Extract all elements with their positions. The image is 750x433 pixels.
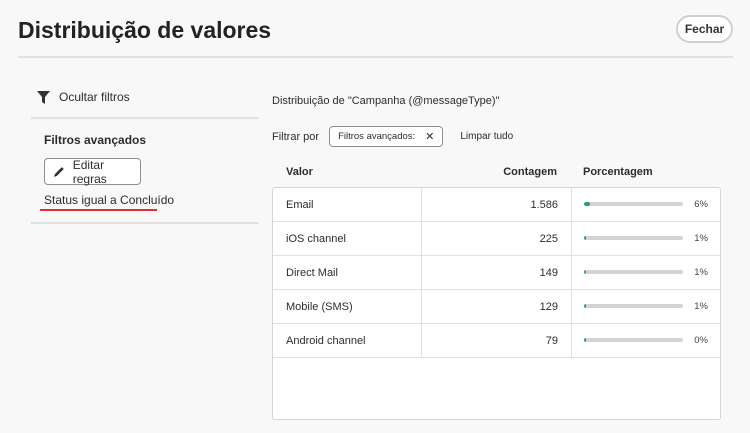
advanced-filters-heading: Filtros avançados <box>44 133 147 147</box>
sidebar-divider <box>31 117 259 119</box>
pencil-icon <box>53 167 64 177</box>
hide-filters-label: Ocultar filtros <box>59 90 130 104</box>
cell-value: Mobile (SMS) <box>273 290 422 323</box>
column-header-percentage[interactable]: Porcentagem <box>583 166 653 178</box>
distribution-title: Distribuição de "Campanha (@messageType)… <box>272 95 500 107</box>
cell-percentage: 1% <box>572 290 720 323</box>
cell-percentage: 1% <box>572 256 720 289</box>
filter-by-label: Filtrar por <box>272 130 320 143</box>
table-row[interactable]: iOS channel 225 1% <box>273 222 720 256</box>
table-row[interactable]: Email 1.586 6% <box>273 188 720 222</box>
hide-filters-button[interactable]: Ocultar filtros <box>37 90 130 104</box>
percentage-label: 0% <box>694 335 708 346</box>
percentage-label: 1% <box>694 233 708 244</box>
percentage-bar <box>584 236 683 240</box>
cell-percentage: 1% <box>572 222 720 255</box>
close-button[interactable]: Fechar <box>676 15 733 43</box>
percentage-bar <box>584 202 683 206</box>
column-header-count[interactable]: Contagem <box>421 166 557 178</box>
filter-rule[interactable]: Status igual a Concluído <box>44 193 174 207</box>
percentage-bar-fill <box>584 236 586 240</box>
edit-rules-button[interactable]: Editar regras <box>44 157 141 186</box>
table-row[interactable]: Direct Mail 149 1% <box>273 256 720 290</box>
page-title: Distribuição de valores <box>18 17 272 43</box>
edit-rules-label: Editar regras <box>72 157 107 186</box>
cell-count: 1.586 <box>422 188 572 221</box>
sidebar-divider <box>31 222 259 224</box>
percentage-label: 1% <box>694 301 708 312</box>
cell-value: Android channel <box>273 324 422 357</box>
cell-count: 225 <box>422 222 572 255</box>
header-divider <box>18 56 733 58</box>
cell-count: 149 <box>422 256 572 289</box>
filter-icon <box>37 90 50 104</box>
percentage-bar-fill <box>584 304 586 308</box>
cell-count: 129 <box>422 290 572 323</box>
clear-all-link[interactable]: Limpar tudo <box>460 131 513 142</box>
percentage-bar-fill <box>584 202 590 206</box>
percentage-bar <box>584 304 683 308</box>
cell-count: 79 <box>422 324 572 357</box>
cell-value: iOS channel <box>273 222 422 255</box>
cell-percentage: 6% <box>572 188 720 221</box>
distribution-table: Email 1.586 6% iOS channel 225 1% Direct M… <box>272 187 721 420</box>
percentage-bar <box>584 338 683 342</box>
percentage-bar-fill <box>584 270 586 274</box>
percentage-label: 1% <box>694 267 708 278</box>
percentage-label: 6% <box>694 199 708 210</box>
table-row[interactable]: Mobile (SMS) 129 1% <box>273 290 720 324</box>
filter-bar: Filtrar por Filtros avançados: ✕ Limpar … <box>272 126 513 147</box>
cell-percentage: 0% <box>572 324 720 357</box>
filter-chip[interactable]: Filtros avançados: ✕ <box>329 126 444 147</box>
column-header-value[interactable]: Valor <box>286 166 313 178</box>
rule-underline <box>40 209 157 211</box>
filter-chip-label: Filtros avançados: <box>338 131 416 142</box>
table-row[interactable]: Android channel 79 0% <box>273 324 720 358</box>
cell-value: Direct Mail <box>273 256 422 289</box>
cell-value: Email <box>273 188 422 221</box>
percentage-bar-fill <box>584 338 586 342</box>
close-icon[interactable]: ✕ <box>425 130 434 143</box>
percentage-bar <box>584 270 683 274</box>
